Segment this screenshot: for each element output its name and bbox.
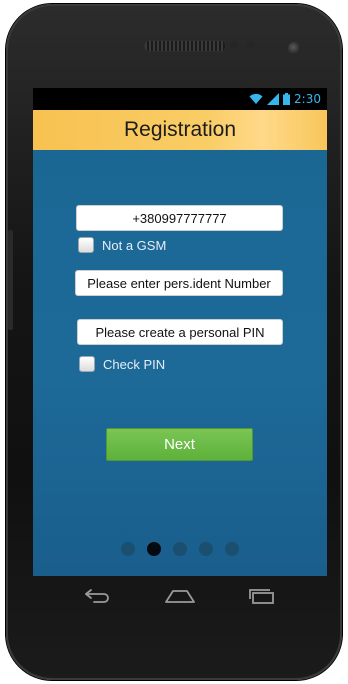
front-camera xyxy=(288,42,301,55)
light-sensor xyxy=(246,41,254,49)
page-title: Registration xyxy=(123,118,237,141)
page-dot[interactable] xyxy=(173,542,187,556)
phone-number-value: +380997777777 xyxy=(132,210,227,226)
next-button-label: Next xyxy=(164,436,195,453)
volume-button xyxy=(8,230,13,330)
check-pin-checkbox[interactable] xyxy=(79,356,95,372)
personal-pin-field[interactable]: Please create a personal PIN xyxy=(77,319,283,345)
back-button[interactable] xyxy=(78,584,118,608)
personal-ident-placeholder: Please enter pers.ident Number xyxy=(87,275,271,291)
next-button[interactable]: Next xyxy=(106,428,253,461)
back-icon xyxy=(85,589,109,603)
recent-apps-icon xyxy=(249,589,274,604)
wifi-icon xyxy=(249,93,263,104)
page-dot[interactable] xyxy=(199,542,213,556)
page-dot[interactable] xyxy=(121,542,135,556)
signal-icon xyxy=(267,93,280,105)
battery-icon xyxy=(283,93,291,105)
personal-pin-placeholder: Please create a personal PIN xyxy=(95,324,265,340)
not-gsm-row[interactable]: Not a GSM xyxy=(78,237,166,253)
personal-ident-field[interactable]: Please enter pers.ident Number xyxy=(75,270,283,296)
phone-number-field[interactable]: +380997777777 xyxy=(76,205,283,231)
screen: 2:30 Registration +380997777777 Not a GS… xyxy=(33,88,327,576)
page-indicator xyxy=(121,542,239,556)
status-time: 2:30 xyxy=(294,92,321,106)
navigation-bar xyxy=(33,576,327,618)
check-pin-row[interactable]: Check PIN xyxy=(79,356,165,372)
app-header: Registration xyxy=(33,110,327,150)
page-dot[interactable] xyxy=(225,542,239,556)
not-gsm-checkbox[interactable] xyxy=(78,237,94,253)
page-dot-active[interactable] xyxy=(147,542,161,556)
home-icon xyxy=(165,590,195,603)
home-button[interactable] xyxy=(160,584,200,608)
check-pin-label: Check PIN xyxy=(103,356,166,372)
status-icons: 2:30 xyxy=(249,91,321,107)
registration-form: +380997777777 Not a GSM Please enter per… xyxy=(33,150,327,576)
not-gsm-label: Not a GSM xyxy=(102,237,167,253)
earpiece-speaker xyxy=(144,40,226,52)
proximity-sensor xyxy=(230,41,238,49)
recent-apps-button[interactable] xyxy=(242,584,282,608)
status-bar: 2:30 xyxy=(33,88,327,110)
